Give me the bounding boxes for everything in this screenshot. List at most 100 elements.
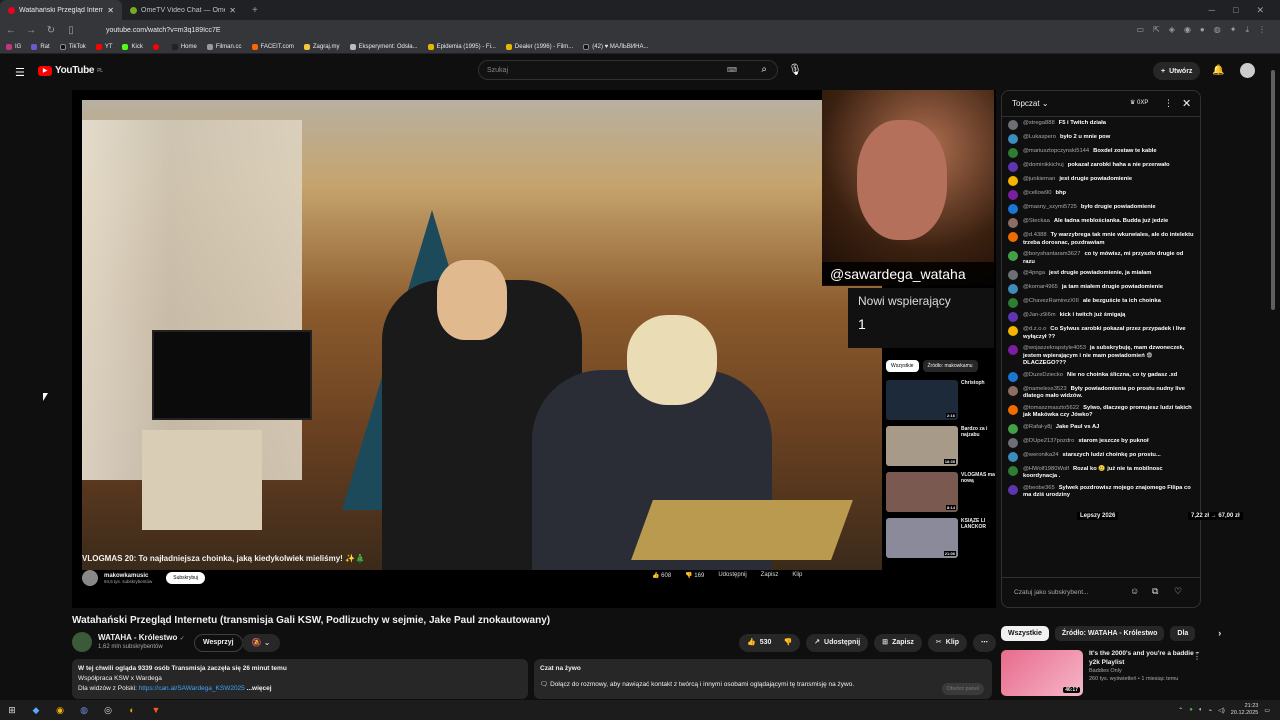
sidebar-video-item[interactable]: 46:17 It's the 2000's and you're a baddi… [1001, 650, 1201, 696]
bookmark-item[interactable]: Rat [31, 43, 50, 50]
bookmark-page-icon[interactable]: ▯ [66, 25, 76, 36]
share-icon[interactable]: ⇱ [1153, 25, 1160, 35]
chat-author[interactable]: @masny_szymi5725 [1023, 204, 1077, 210]
chat-author[interactable]: @strega888 [1023, 120, 1055, 126]
keyboard-icon[interactable]: ⌨ [727, 66, 737, 74]
chat-author[interactable]: @d.z.o.o [1023, 326, 1046, 332]
tray-icon[interactable]: ◐ [1199, 707, 1203, 713]
more-link[interactable]: ...więcej [247, 685, 272, 692]
browser-tab-youtube[interactable]: Watahański Przegląd Internet ✕ [0, 0, 122, 20]
bookmark-item[interactable]: IG [6, 43, 21, 50]
more-options-icon[interactable]: ⋮ [1193, 652, 1201, 661]
chat-author-avatar[interactable] [1008, 190, 1018, 200]
close-tab-icon[interactable]: ✕ [107, 6, 114, 15]
description-box[interactable]: W tej chwili ogląda 9339 osób Transmisja… [72, 659, 528, 699]
extension-icon[interactable]: ● [1200, 25, 1205, 35]
chat-author-avatar[interactable] [1008, 270, 1018, 280]
tray-icon[interactable]: ● [1189, 707, 1193, 713]
chrome-icon[interactable]: ◉ [48, 705, 72, 716]
chat-mode-dropdown[interactable]: Topczat ⌄ [1012, 99, 1049, 108]
extension-icon[interactable]: ◉ [1184, 25, 1191, 35]
taskbar-app-icon[interactable]: ◐ [120, 705, 144, 715]
start-icon[interactable]: ⊞ [0, 705, 24, 716]
chat-author[interactable]: @ChavezRamirezXIII [1023, 298, 1079, 304]
sidebar-video-channel[interactable]: Baddies Only [1089, 667, 1201, 675]
tray-chevron-icon[interactable]: ⌃ [1178, 707, 1183, 714]
chat-author-avatar[interactable] [1008, 484, 1018, 495]
chat-author[interactable]: @Rafał-y8j [1023, 424, 1052, 430]
chat-author-avatar[interactable] [1008, 326, 1018, 336]
bookmark-item[interactable]: Kick [122, 43, 143, 50]
emoji-icon[interactable]: ☺ [1130, 586, 1139, 596]
chat-input[interactable]: Czatuj jako subskrybent... ☺ ⧉ ♡ [1002, 577, 1200, 607]
bookmark-item[interactable]: Eksperyment: Odsła... [349, 43, 418, 50]
taskbar-clock[interactable]: 21:23 20.12.2025 [1231, 703, 1259, 717]
filter-chip[interactable]: Wszystkie [1001, 625, 1049, 641]
search-input[interactable]: Szukaj ⌨ ⌕ [478, 60, 778, 80]
chat-author[interactable]: @dominikkichuj [1023, 162, 1064, 168]
chat-author[interactable]: @DUpe2137pozdro [1023, 438, 1074, 444]
close-tab-icon[interactable]: ✕ [229, 6, 236, 15]
chevron-right-icon[interactable]: › [1211, 624, 1228, 642]
bookmark-item[interactable]: Home [171, 43, 197, 50]
sidebar-video-title[interactable]: It's the 2000's and you're a baddie ~ y2… [1089, 650, 1201, 667]
bookmark-item[interactable]: Filman.cc [206, 43, 242, 50]
chat-author-avatar[interactable] [1008, 451, 1018, 462]
chat-author[interactable]: @mariusztopczynski5144 [1023, 148, 1089, 154]
chat-menu-icon[interactable]: ⋮ [1164, 98, 1173, 109]
bookmark-item[interactable]: FACEIT.com [251, 43, 294, 50]
chat-author-avatar[interactable] [1008, 423, 1018, 434]
obs-icon[interactable]: ◎ [96, 705, 120, 716]
chat-author-avatar[interactable] [1008, 312, 1018, 322]
chat-author-avatar[interactable] [1008, 176, 1018, 186]
bookmark-item[interactable]: Zagraj.my [303, 43, 340, 50]
browser-tab-ometv[interactable]: OmeTV Video Chat — Omegle R ✕ [122, 0, 244, 20]
youtube-logo[interactable]: ▶ YouTube PL [38, 65, 103, 76]
chat-author-avatar[interactable] [1008, 404, 1018, 415]
like-icon[interactable]: 👍 [747, 634, 756, 652]
chat-author-avatar[interactable] [1008, 251, 1018, 261]
menu-hamburger-icon[interactable]: ☰ [15, 66, 25, 79]
chat-author[interactable]: @HWolf1980Wolf [1023, 466, 1069, 472]
chat-author-avatar[interactable] [1008, 204, 1018, 214]
chat-author-avatar[interactable] [1008, 162, 1018, 172]
forward-icon[interactable]: → [26, 25, 36, 36]
like-dislike-button[interactable]: 👍 530 👎 [739, 634, 801, 652]
chat-author-avatar[interactable] [1008, 218, 1018, 228]
subscribed-notifications-button[interactable]: 🔕 ⌄ [242, 634, 280, 652]
menu-icon[interactable]: ⋮ [1258, 25, 1266, 35]
reload-icon[interactable]: ↻ [46, 25, 56, 36]
chat-author-avatar[interactable] [1008, 120, 1018, 130]
new-tab-icon[interactable]: + [244, 5, 266, 16]
chat-author[interactable]: @d.4388 [1023, 232, 1047, 238]
chat-author[interactable]: @DuzeDziecko [1023, 372, 1063, 378]
search-icon[interactable]: ⌕ [761, 64, 767, 75]
chat-author[interactable]: @Steckaa [1023, 218, 1050, 224]
page-scrollbar[interactable] [1270, 60, 1276, 700]
shield-icon[interactable]: ◈ [1169, 25, 1175, 35]
scrollbar-thumb[interactable] [1271, 70, 1275, 310]
volume-icon[interactable]: ◁) [1218, 707, 1225, 714]
clip-button[interactable]: ✂ Klip [927, 634, 967, 652]
chat-author-avatar[interactable] [1008, 232, 1018, 242]
filter-chip[interactable]: Źródło: WATAHA - Królestwo [1054, 625, 1165, 641]
chat-author-avatar[interactable] [1008, 385, 1018, 396]
chat-author[interactable]: @Lukaspero [1023, 134, 1056, 140]
discord-icon[interactable]: ◍ [72, 705, 96, 716]
chat-author-avatar[interactable] [1008, 284, 1018, 294]
chat-author[interactable]: @komar4965 [1023, 284, 1058, 290]
chat-author-avatar[interactable] [1008, 465, 1018, 476]
filter-chip[interactable]: Dla [1170, 625, 1196, 641]
description-link[interactable]: https://can.al/SAWardega_KSW2025 [139, 685, 245, 692]
maximize-icon[interactable]: □ [1233, 5, 1238, 16]
chat-author-avatar[interactable] [1008, 134, 1018, 144]
heart-icon[interactable]: ♡ [1174, 586, 1182, 597]
chat-author-avatar[interactable] [1008, 345, 1018, 355]
chat-author[interactable]: @junkieman [1023, 176, 1055, 182]
share-button[interactable]: ↗ Udostępnij [806, 634, 869, 652]
account-avatar[interactable] [1240, 63, 1255, 78]
puzzle-icon[interactable]: ✦ [1230, 25, 1237, 35]
back-icon[interactable]: ← [6, 25, 16, 36]
bookmark-item[interactable]: YT [95, 43, 112, 50]
chat-author-avatar[interactable] [1008, 148, 1018, 158]
